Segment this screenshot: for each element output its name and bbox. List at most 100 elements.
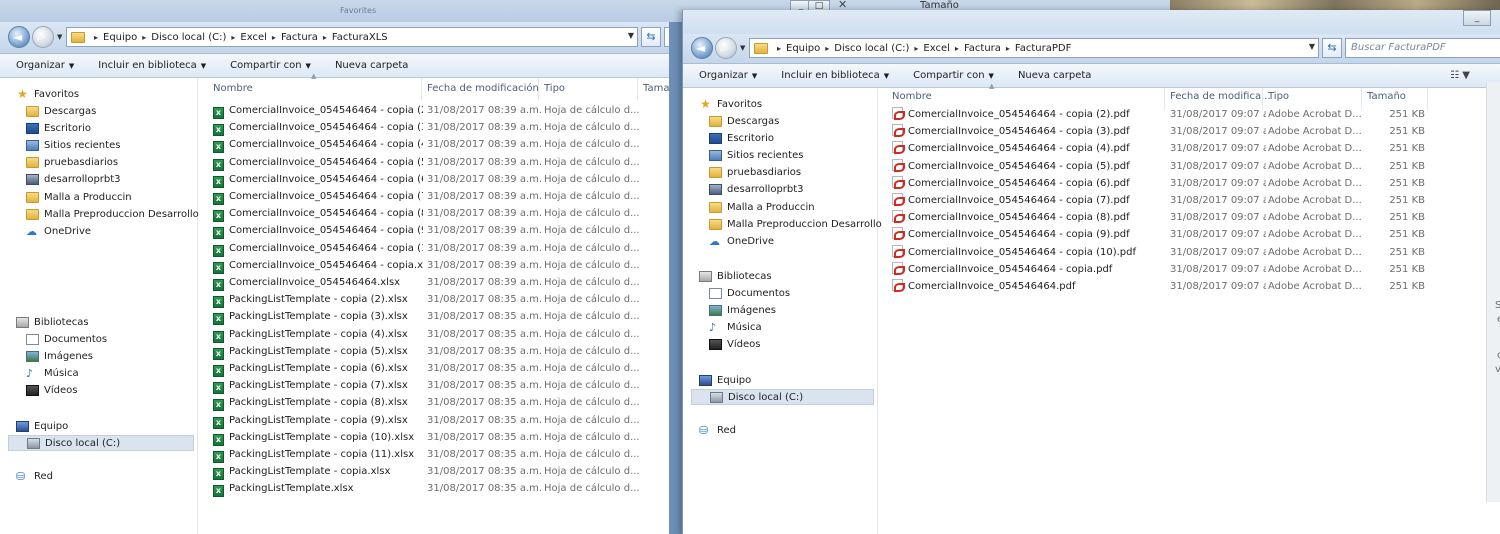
left-forward-button[interactable]: ► (32, 26, 54, 48)
share-with-button[interactable]: Compartir con ▼ (230, 60, 311, 71)
breadcrumb-disco[interactable]: Disco local (C:) (151, 32, 226, 43)
file-row[interactable]: x PackingListTemplate - copia (10).xlsx 31… (199, 429, 669, 446)
address-dropdown-icon[interactable]: ▼ (628, 31, 634, 40)
left-library-item-3[interactable]: Vídeos (26, 383, 77, 399)
right-nav-item-1[interactable]: Escritorio (709, 130, 774, 146)
left-history-dropdown-icon[interactable]: ▼ (57, 33, 62, 41)
right-nav-item-7[interactable]: ☁ OneDrive (709, 233, 774, 249)
right-nav-item-6[interactable]: Malla Preproduccion Desarrollo (709, 216, 882, 232)
left-nav-item-2[interactable]: Sitios recientes (26, 137, 120, 153)
file-row[interactable]: x PackingListTemplate - copia (11).xlsx 31… (199, 446, 669, 463)
breadcrumb-factura[interactable]: Factura (281, 32, 318, 43)
file-row[interactable]: x PackingListTemplate - copia (2).xlsx 31/… (199, 291, 669, 309)
right-library-item-2[interactable]: ♪ Música (709, 319, 762, 335)
left-library-item-2[interactable]: ♪ Música (26, 365, 79, 381)
file-row[interactable]: x ComercialInvoice_054546464 - copia (10)… (199, 240, 669, 257)
breadcrumb-excel[interactable]: Excel (240, 32, 267, 43)
new-folder-button[interactable]: Nueva carpeta (335, 60, 408, 71)
file-row[interactable]: x ComercialInvoice_054546464 - copia (3).… (199, 119, 669, 137)
left-libraries-group[interactable]: Bibliotecas (16, 314, 89, 330)
file-row[interactable]: ComercialInvoice_054546464 - copia (8).p… (879, 209, 1439, 226)
right-back-button[interactable]: ◄ (691, 37, 713, 59)
left-search-input[interactable]: B (664, 27, 669, 47)
file-row[interactable]: ComercialInvoice_054546464 - copia (5).p… (879, 158, 1439, 175)
breadcrumb-disco[interactable]: Disco local (C:) (834, 43, 909, 54)
include-in-library-button[interactable]: Incluir en biblioteca ▼ (781, 70, 889, 81)
right-library-item-0[interactable]: Documentos (709, 285, 790, 301)
file-row[interactable]: x ComercialInvoice_054546464 - copia (2).… (199, 102, 669, 119)
left-nav-item-5[interactable]: Malla a Produccin (26, 189, 132, 205)
file-row[interactable]: x ComercialInvoice_054546464 - copia (5).… (199, 154, 669, 171)
right-history-dropdown-icon[interactable]: ▼ (740, 44, 745, 52)
column-header-type[interactable]: Tipo (1268, 88, 1289, 106)
right-nav-item-4[interactable]: desarrolloprbt3 (709, 182, 804, 198)
include-in-library-button[interactable]: Incluir en biblioteca ▼ (98, 60, 206, 71)
right-refresh-button[interactable]: ⇆ (1322, 38, 1342, 58)
left-refresh-button[interactable]: ⇆ (641, 27, 661, 47)
breadcrumb-equipo[interactable]: Equipo (786, 43, 820, 54)
right-libraries-group[interactable]: Bibliotecas (699, 268, 772, 284)
file-row[interactable]: x PackingListTemplate - copia (5).xlsx 31/… (199, 343, 669, 360)
column-header-size[interactable]: Tamaño (643, 80, 669, 98)
right-nav-item-3[interactable]: pruebasdiarios (709, 165, 801, 181)
column-header-name[interactable]: Nombre (892, 88, 932, 106)
left-address-bar[interactable]: ▸ Equipo ▸ Disco local (C:) ▸ Excel ▸ Fa… (66, 27, 638, 47)
right-network-group[interactable]: ⛁ Red (699, 422, 736, 438)
right-nav-item-2[interactable]: Sitios recientes (709, 147, 803, 163)
right-forward-button[interactable]: ► (715, 37, 737, 59)
right-nav-item-5[interactable]: Malla a Produccin (709, 199, 815, 215)
file-row[interactable]: x ComercialInvoice_054546464 - copia (6).… (199, 171, 669, 188)
file-row[interactable]: ComercialInvoice_054546464 - copia (10).… (879, 244, 1439, 261)
column-divider[interactable] (421, 78, 422, 100)
right-library-item-1[interactable]: Imágenes (709, 302, 776, 318)
left-library-item-0[interactable]: Documentos (26, 331, 107, 347)
column-header-size[interactable]: Tamaño (1367, 88, 1406, 106)
file-row[interactable]: x ComercialInvoice_054546464 - copia (8).… (199, 205, 669, 223)
left-nav-item-7[interactable]: ☁ OneDrive (26, 223, 91, 239)
file-row[interactable]: x PackingListTemplate - copia.xlsx 31/08/2… (199, 463, 669, 481)
right-minimize-button[interactable]: _ (1463, 10, 1491, 26)
column-header-name[interactable]: Nombre (213, 80, 253, 98)
left-nav-item-1[interactable]: Escritorio (26, 120, 91, 136)
left-nav-item-0[interactable]: Descargas (26, 103, 96, 119)
address-dropdown-icon[interactable]: ▼ (1309, 42, 1315, 51)
breadcrumb-equipo[interactable]: Equipo (103, 32, 137, 43)
file-row[interactable]: x PackingListTemplate.xlsx 31/08/2017 08:3… (199, 480, 669, 498)
file-row[interactable]: x PackingListTemplate - copia (3).xlsx 31/… (199, 308, 669, 326)
left-back-button[interactable]: ◄ (8, 26, 30, 48)
file-row[interactable]: x ComercialInvoice_054546464 - copia (7).… (199, 188, 669, 205)
new-folder-button[interactable]: Nueva carpeta (1018, 70, 1091, 81)
column-header-date[interactable]: Fecha de modifica... (1170, 88, 1271, 106)
left-network-group[interactable]: ⛁ Red (16, 468, 53, 484)
file-row[interactable]: x PackingListTemplate - copia (9).xlsx 31/… (199, 412, 669, 429)
column-divider[interactable] (538, 78, 539, 100)
organize-button[interactable]: Organizar ▼ (699, 70, 757, 81)
right-nav-item-0[interactable]: Descargas (709, 113, 779, 129)
file-row[interactable]: ComercialInvoice_054546464 - copia (7).p… (879, 192, 1439, 209)
file-row[interactable]: x PackingListTemplate - copia (4).xlsx 31/… (199, 326, 669, 343)
file-row[interactable]: ComercialInvoice_054546464 - copia (3).p… (879, 123, 1439, 140)
breadcrumb-facturapdf[interactable]: FacturaPDF (1015, 43, 1071, 54)
file-row[interactable]: x ComercialInvoice_054546464.xlsx 31/08/20… (199, 274, 669, 291)
file-row[interactable]: x ComercialInvoice_054546464 - copia.xlsx… (199, 257, 669, 274)
left-favorites-group[interactable]: ★ Favoritos (16, 86, 79, 102)
file-row[interactable]: ComercialInvoice_054546464 - copia (6).p… (879, 175, 1439, 192)
right-favorites-group[interactable]: ★ Favoritos (699, 96, 762, 112)
column-divider[interactable] (637, 78, 638, 100)
left-computer-group[interactable]: Equipo (16, 418, 68, 434)
file-row[interactable]: ComercialInvoice_054546464 - copia (4).p… (879, 140, 1439, 157)
right-nav-item-local-disk[interactable]: Disco local (C:) (691, 389, 874, 405)
left-nav-item-6[interactable]: Malla Preproduccion Desarrollo (26, 206, 199, 222)
file-row[interactable]: ComercialInvoice_054546464 - copia (2).p… (879, 106, 1439, 123)
right-search-input[interactable]: Buscar FacturaPDF (1345, 38, 1500, 58)
left-library-item-1[interactable]: Imágenes (26, 348, 93, 364)
file-row[interactable]: ComercialInvoice_054546464 - copia (9).p… (879, 226, 1439, 243)
file-row[interactable]: x PackingListTemplate - copia (8).xlsx 31/… (199, 394, 669, 412)
file-row[interactable]: x ComercialInvoice_054546464 - copia (9).… (199, 222, 669, 240)
breadcrumb-excel[interactable]: Excel (923, 43, 950, 54)
right-computer-group[interactable]: Equipo (699, 372, 751, 388)
file-row[interactable]: ComercialInvoice_054546464.pdf 31/08/2017… (879, 278, 1439, 295)
column-header-date[interactable]: Fecha de modificación (427, 80, 539, 98)
column-header-type[interactable]: Tipo (544, 80, 565, 98)
breadcrumb-factura[interactable]: Factura (964, 43, 1001, 54)
